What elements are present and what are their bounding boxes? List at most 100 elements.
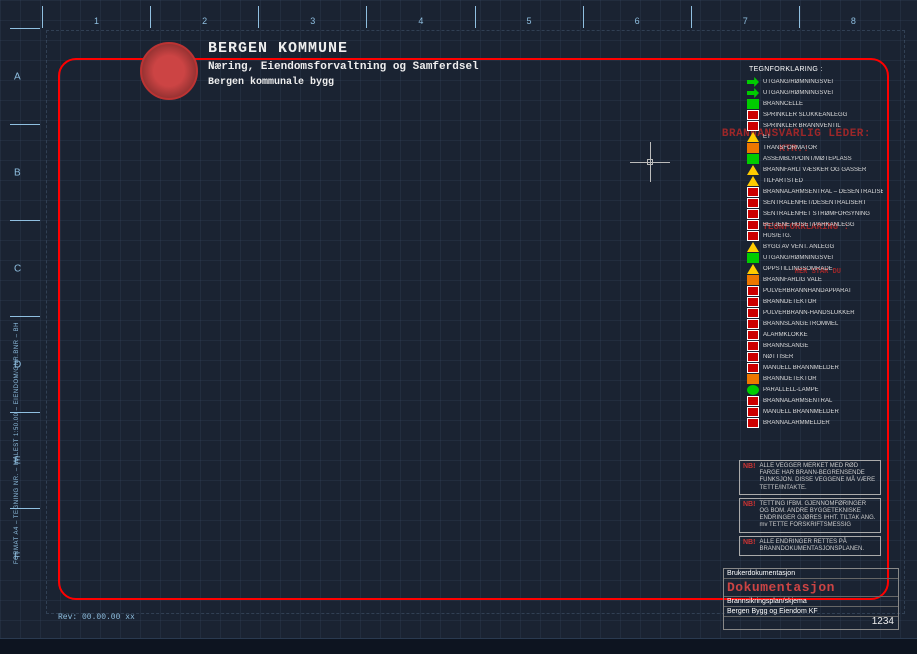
ruler-left-tick: A (14, 71, 21, 82)
legend-text: BRANNDETEKTOR (763, 299, 883, 305)
drawing-canvas[interactable]: 1 2 3 4 5 6 7 8 A B C D E F FORMAT A4 – … (0, 0, 917, 654)
legend-icon (747, 253, 759, 263)
legend-text: SENTRALENHET STRØMFORSYNING (763, 211, 883, 217)
ruler-top-tick: 8 (851, 16, 856, 26)
legend-row: UTGANG/RØMNINGSVEI (747, 253, 883, 263)
legend-icon (747, 319, 759, 329)
legend-text: SPRINKLER SLUKKEANLEGG (763, 112, 883, 118)
legend-row: PARALLELL-LAMPE (747, 385, 883, 395)
ruler-top-tick: 6 (635, 16, 640, 26)
legend-row: SPRINKLER BRANNVENTIL (747, 121, 883, 131)
legend-icon (747, 407, 759, 417)
ruler-top-tick: 3 (310, 16, 315, 26)
nb-message: ALLE VEGGER MERKET MED RØD FARGE HAR BRA… (759, 463, 877, 492)
legend-text: HUS/ETG. (763, 233, 883, 239)
legend-text: ASSEMBLYPOINT/MØTEPLASS (763, 156, 883, 162)
legend-text: TILFARTSTED (763, 178, 883, 184)
legend-text: MANUELL BRANNMELDER (763, 365, 883, 371)
legend-text: MANUELL BRANNMELDER (763, 409, 883, 415)
legend-text: BRANNALARMSENTRAL (763, 398, 883, 404)
legend-icon (747, 242, 759, 252)
legend-text: SENTRALENHET/DESENTRALISERT (763, 200, 883, 206)
legend-row: BRANNALARMSENTRAL (747, 396, 883, 406)
legend-row: BRANNALARMSENTRAL – DESENTRALISERT (747, 187, 883, 197)
legend-text: SPRINKLER BRANNVENTIL (763, 123, 883, 129)
legend-text: PULVERBRANNHÅNDAPPARAT (763, 288, 883, 294)
legend-text: TRANSFORMATOR (763, 145, 883, 151)
status-bar (0, 638, 917, 654)
ruler-top-tick: 2 (202, 16, 207, 26)
tb-owner: Bergen Bygg og Eiendom KF (727, 608, 818, 615)
legend-icon (747, 99, 759, 109)
legend-row: TILFARTSTED (747, 176, 883, 186)
legend-icon (747, 132, 759, 142)
legend-icon (747, 88, 759, 98)
legend-row: MANUELL BRANNMELDER (747, 407, 883, 417)
legend-row: BRANNDETEKTOR (747, 297, 883, 307)
legend-icon (747, 275, 759, 285)
legend-icon (747, 176, 759, 186)
header-block: BERGEN KOMMUNE Næring, Eiendomsforvaltni… (208, 40, 479, 88)
legend-icon (747, 374, 759, 384)
legend-row: BRANNDETEKTOR (747, 374, 883, 384)
legend-row: ASSEMBLYPOINT/MØTEPLASS (747, 154, 883, 164)
ruler-left-tick: C (14, 263, 21, 274)
legend-icon (747, 77, 759, 87)
legend-row: SPRINKLER SLUKKEANLEGG (747, 110, 883, 120)
ruler-left-tick: B (14, 167, 21, 178)
nb-label: NB! (743, 463, 755, 492)
nb-row: NB! TETTING IFBM. GJENNOMFØRINGER OG BOM… (739, 498, 881, 533)
legend-text: ALARMKLOKKE (763, 332, 883, 338)
legend-icon (747, 286, 759, 296)
legend-icon (747, 165, 759, 175)
legend-icon (747, 231, 759, 241)
legend-text: BRANNSLANGETROMMEL (763, 321, 883, 327)
legend-icon (747, 308, 759, 318)
legend-row: MANUELL BRANNMELDER (747, 363, 883, 373)
nb-label: NB! (743, 501, 755, 530)
tb-small: Brannsikringsplan/skjema (727, 598, 807, 605)
ruler-top: 1 2 3 4 5 6 7 8 (42, 6, 907, 28)
title-block: Brukerdokumentasjon Dokumentasjon Branns… (723, 568, 899, 630)
nb-message: TETTING IFBM. GJENNOMFØRINGER OG BOM. AN… (759, 501, 877, 530)
legend-text: OPPSTILLINGSOMRÅDE (763, 266, 883, 272)
ruler-top-tick: 7 (743, 16, 748, 26)
nb-row: NB! ALLE ENDRINGER RETTES PÅ BRANNDOKUME… (739, 536, 881, 556)
legend-text: BRANNALARMSENTRAL – DESENTRALISERT (763, 189, 883, 195)
nb-notes: NB! ALLE VEGGER MERKET MED RØD FARGE HAR… (739, 460, 881, 559)
legend-text: PARALLELL-LAMPE (763, 387, 883, 393)
legend-text: BRANNDETEKTOR (763, 376, 883, 382)
tb-number: 1234 (872, 616, 894, 627)
legend-row: TRANSFORMATOR (747, 143, 883, 153)
legend-panel: TEGNFORKLARING : UTGANG/RØMNINGSVEIUTGAN… (747, 64, 883, 429)
legend-icon (747, 187, 759, 197)
legend-row: UTGANG/RØMNINGSVEI (747, 88, 883, 98)
ruler-top-tick: 4 (418, 16, 423, 26)
legend-row: ALARMKLOKKE (747, 330, 883, 340)
legend-icon (747, 121, 759, 131)
legend-row: UTGANG/RØMNINGSVEI (747, 77, 883, 87)
revision-label: Rev: 00.00.00 xx (58, 613, 135, 622)
legend-row: BRANNALARMMELDER (747, 418, 883, 428)
legend-text: BETJENE HUSET/PARKANLEGG (763, 222, 883, 228)
ruler-top-tick: 1 (94, 16, 99, 26)
tb-docclass: Brukerdokumentasjon (727, 570, 795, 577)
legend-row: BETJENE HUSET/PARKANLEGG (747, 220, 883, 230)
legend-text: ET (763, 134, 883, 140)
legend-text: BRANNCELLE (763, 101, 883, 107)
legend-icon (747, 396, 759, 406)
legend-icon (747, 154, 759, 164)
legend-icon (747, 264, 759, 274)
legend-text: BYGG AV VENT. ANLEGG (763, 244, 883, 250)
bergen-logo-icon (140, 42, 198, 100)
cursor-crosshair-icon (630, 142, 670, 182)
legend-row: NØTTISER (747, 352, 883, 362)
legend-row: SENTRALENHET/DESENTRALISERT (747, 198, 883, 208)
legend-icon (747, 209, 759, 219)
legend-icon (747, 297, 759, 307)
nb-label: NB! (743, 539, 755, 553)
legend-text: BRANNFARLI VÆSKER OG GASSER (763, 167, 883, 173)
legend-text: BRANNFARLIG VALE (763, 277, 883, 283)
legend-row: BRANNSLANGE (747, 341, 883, 351)
nb-row: NB! ALLE VEGGER MERKET MED RØD FARGE HAR… (739, 460, 881, 495)
